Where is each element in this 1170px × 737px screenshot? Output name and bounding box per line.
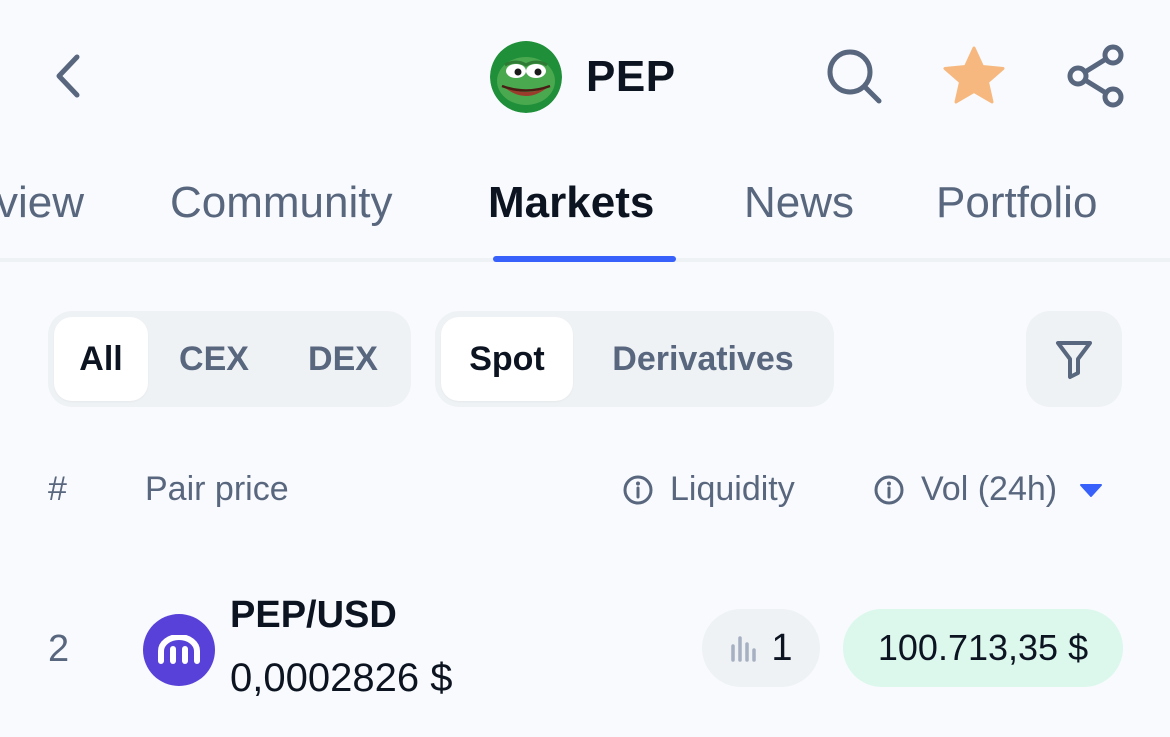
filter-cex-button[interactable]: CEX xyxy=(164,317,264,401)
coin-symbol: PEP xyxy=(586,52,676,101)
row-rank: 2 xyxy=(48,628,70,670)
coin-markets-screen: PEP view Community Markets News Portfoli… xyxy=(0,0,1170,737)
row-volume-value: 100.713,35 $ xyxy=(877,627,1089,668)
exchange-type-toggle: All CEX DEX xyxy=(48,311,411,407)
filter-dex-button[interactable]: DEX xyxy=(292,317,394,401)
volume-badge: 100.713,35 $ xyxy=(843,609,1123,687)
column-header-liquidity-label: Liquidity xyxy=(670,470,795,508)
market-type-toggle: Spot Derivatives xyxy=(435,311,834,407)
filter-derivatives-button[interactable]: Derivatives xyxy=(593,317,813,401)
back-icon xyxy=(56,54,80,98)
row-pair: PEP/USD xyxy=(230,594,397,636)
info-icon[interactable] xyxy=(622,474,654,506)
row-liquidity-value: 1 xyxy=(771,626,793,669)
sort-desc-icon[interactable] xyxy=(1079,482,1103,498)
search-button[interactable] xyxy=(822,44,886,108)
liquidity-bars-icon xyxy=(731,636,757,662)
coin-tabs: view Community Markets News Portfolio xyxy=(0,150,1170,262)
column-header-liquidity[interactable]: Liquidity xyxy=(622,470,795,509)
filter-button[interactable] xyxy=(1026,311,1122,407)
filter-icon xyxy=(1056,341,1092,379)
filter-spot-button[interactable]: Spot xyxy=(441,317,573,401)
kraken-logo xyxy=(143,614,215,686)
filter-all-button[interactable]: All xyxy=(54,317,148,401)
row-price: 0,0002826 $ xyxy=(230,656,453,700)
table-row[interactable]: 2 PEP/USD 0,0002826 $ 1 100.713,35 $ xyxy=(0,580,1170,720)
column-header-pair-price-label: Pair price xyxy=(145,470,289,508)
column-header-volume-label: Vol (24h) xyxy=(921,470,1058,508)
tab-overview[interactable]: view xyxy=(0,178,84,228)
share-icon xyxy=(1067,44,1124,108)
column-header-volume[interactable]: Vol (24h) xyxy=(873,470,1103,509)
pepe-logo xyxy=(490,41,562,113)
tab-community[interactable]: Community xyxy=(170,178,393,228)
column-header-rank-label: # xyxy=(48,470,67,508)
tab-markets[interactable]: Markets xyxy=(488,178,654,228)
star-icon xyxy=(943,46,1005,104)
header: PEP xyxy=(0,0,1170,150)
info-icon[interactable] xyxy=(873,474,905,506)
watchlist-star-button[interactable] xyxy=(942,44,1006,108)
liquidity-badge: 1 xyxy=(702,609,820,687)
active-tab-indicator xyxy=(493,256,676,262)
search-icon xyxy=(827,49,882,104)
coin-title: PEP xyxy=(490,40,676,114)
back-button[interactable] xyxy=(40,46,96,106)
tab-news[interactable]: News xyxy=(744,178,854,228)
share-button[interactable] xyxy=(1064,44,1128,108)
tab-portfolio[interactable]: Portfolio xyxy=(936,178,1097,228)
column-header-rank: # xyxy=(48,470,67,509)
column-header-pair-price: Pair price xyxy=(145,470,289,509)
